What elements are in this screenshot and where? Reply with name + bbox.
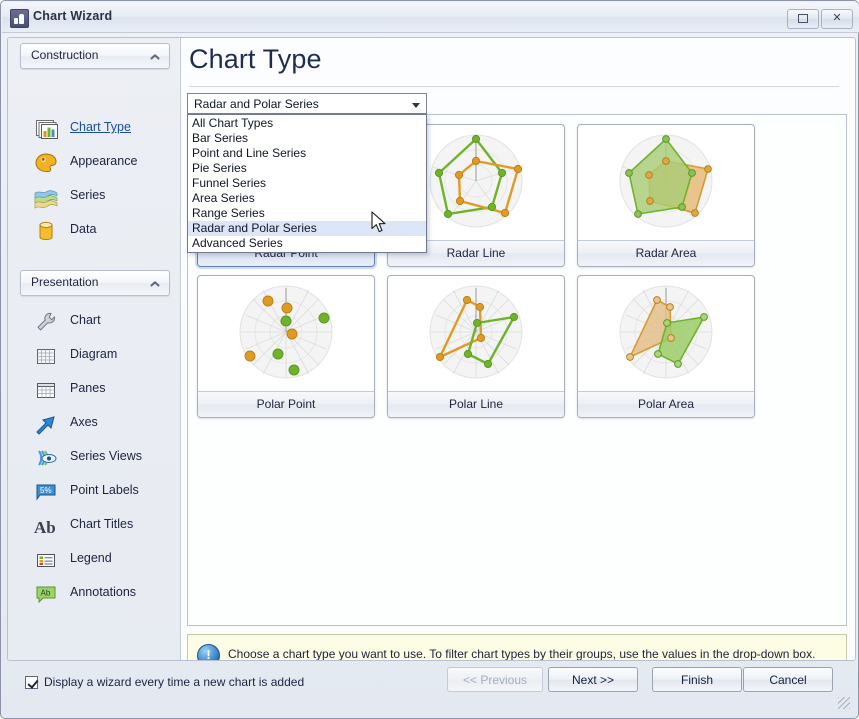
diagram-icon [32,342,60,370]
polar-point-preview [198,276,374,392]
next-button[interactable]: Next >> [548,667,638,692]
previous-button[interactable]: << Previous [447,667,543,692]
title-bar: Chart Wizard ✕ [2,2,859,33]
sidebar: Construction Chart Type [8,38,181,660]
sidebar-item-axes[interactable]: Axes [22,407,172,441]
content-pane: Chart Type [181,38,855,660]
sidebar-item-data[interactable]: Data [22,214,172,248]
sidebar-item-label: Data [70,222,96,236]
sidebar-item-label: Chart Type [70,120,131,134]
database-icon [32,217,60,245]
sidebar-item-chart[interactable]: Chart [22,305,172,339]
dropdown-option-pie-series[interactable]: Pie Series [188,161,426,176]
chart-titles-icon: Ab [32,512,60,540]
sidebar-item-label: Annotations [70,585,136,599]
sidebar-item-label: Diagram [70,347,117,361]
wrench-icon [32,308,60,336]
sidebar-item-chart-type[interactable]: Chart Type [22,112,172,146]
dialog-body: Construction Chart Type [7,37,856,661]
dialog-footer: Display a wizard every time a new chart … [7,663,854,711]
series-icon [32,183,60,211]
sidebar-item-label: Series Views [70,449,142,463]
sidebar-item-annotations[interactable]: Ab Annotations [22,577,172,611]
dropdown-option-all-chart-types[interactable]: All Chart Types [188,116,426,131]
page-title: Chart Type [189,44,322,75]
sidebar-item-label: Axes [70,415,98,429]
sidebar-item-chart-titles[interactable]: Ab Chart Titles [22,509,172,543]
series-views-icon [32,444,60,472]
polar-line-preview [388,276,564,392]
svg-text:Ab: Ab [41,589,51,598]
sidebar-item-panes[interactable]: Panes [22,373,172,407]
chart-type-tile-label: Polar Line [388,391,564,417]
info-bar: ! Choose a chart type you want to use. T… [187,634,847,661]
sidebar-item-label: Chart Titles [70,517,133,531]
chart-type-tile-polar-line[interactable]: Polar Line [387,275,565,418]
point-labels-icon: 5% [32,478,60,506]
axes-arrow-icon [32,410,60,438]
sidebar-item-label: Appearance [70,154,137,168]
sidebar-item-legend[interactable]: Legend [22,543,172,577]
finish-button[interactable]: Finish [652,667,742,692]
sidebar-item-appearance[interactable]: Appearance [22,146,172,180]
sidebar-item-series[interactable]: Series [22,180,172,214]
title-divider [189,86,839,87]
svg-text:5%: 5% [40,486,52,495]
legend-icon [32,546,60,574]
palette-icon [32,149,60,177]
chart-type-icon [32,115,60,143]
sidebar-item-label: Panes [70,381,105,395]
sidebar-group-label: Construction [31,48,98,62]
info-icon: ! [197,644,220,661]
resize-grip-icon[interactable] [838,697,850,709]
chart-group-filter-combobox[interactable]: Radar and Polar Series [187,93,427,114]
sidebar-item-label: Legend [70,551,112,565]
chevron-up-icon [151,279,160,288]
sidebar-item-label: Point Labels [70,483,139,497]
info-text: Choose a chart type you want to use. To … [228,647,815,661]
chart-type-tile-label: Polar Point [198,391,374,417]
cancel-button[interactable]: Cancel [743,667,833,692]
chart-type-tile-polar-point[interactable]: Polar Point [197,275,375,418]
sidebar-item-point-labels[interactable]: 5% Point Labels [22,475,172,509]
sidebar-item-series-views[interactable]: Series Views [22,441,172,475]
chart-type-tile-polar-area[interactable]: Polar Area [577,275,755,418]
dropdown-option-bar-series[interactable]: Bar Series [188,131,426,146]
dropdown-option-area-series[interactable]: Area Series [188,191,426,206]
chart-wizard-icon [10,9,29,28]
polar-area-preview [578,276,754,392]
annotations-icon: Ab [32,580,60,608]
maximize-button[interactable] [787,9,819,29]
sidebar-item-label: Chart [70,313,101,327]
mouse-cursor [371,211,389,238]
radar-area-preview [578,125,754,241]
chart-type-tile-radar-area[interactable]: Radar Area [577,124,755,267]
combobox-value: Radar and Polar Series [194,97,319,111]
display-wizard-checkbox[interactable] [25,676,38,689]
chevron-down-icon[interactable] [412,103,420,108]
chart-type-tile-label: Radar Area [578,240,754,266]
chart-wizard-window: Chart Wizard ✕ Construction [0,0,859,719]
window-title: Chart Wizard [33,9,112,23]
sidebar-group-presentation[interactable]: Presentation [20,270,170,296]
sidebar-item-diagram[interactable]: Diagram [22,339,172,373]
chart-type-tile-label: Polar Area [578,391,754,417]
dropdown-option-advanced-series[interactable]: Advanced Series [188,236,426,251]
dropdown-option-funnel-series[interactable]: Funnel Series [188,176,426,191]
sidebar-item-label: Series [70,188,105,202]
svg-text:Ab: Ab [34,518,56,537]
close-button[interactable]: ✕ [821,9,853,29]
sidebar-group-label: Presentation [31,275,98,289]
close-icon: ✕ [832,12,841,24]
dropdown-option-range-series[interactable]: Range Series [188,206,426,221]
panes-icon [32,376,60,404]
sidebar-group-construction[interactable]: Construction [20,43,170,69]
dropdown-option-radar-and-polar-series[interactable]: Radar and Polar Series [188,221,426,236]
chart-group-filter-dropdown[interactable]: All Chart Types Bar Series Point and Lin… [187,114,427,253]
display-wizard-checkbox-label: Display a wizard every time a new chart … [44,675,304,689]
dropdown-option-point-and-line-series[interactable]: Point and Line Series [188,146,426,161]
chevron-up-icon [151,52,160,61]
